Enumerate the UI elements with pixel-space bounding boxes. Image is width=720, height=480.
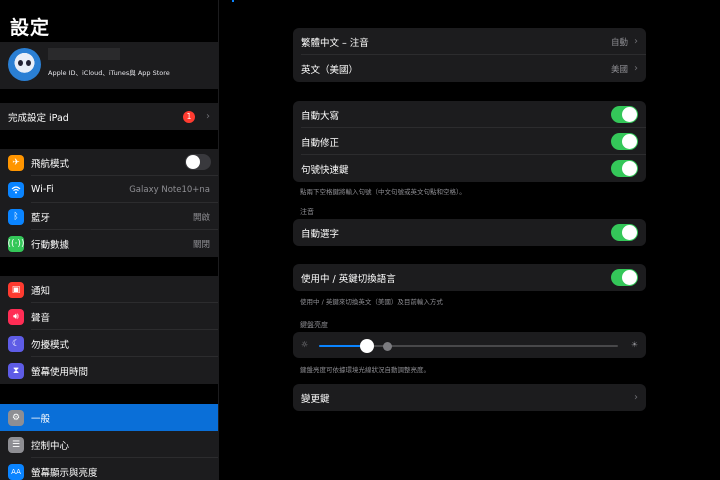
sidebar-item-label: Wi-Fi bbox=[31, 184, 54, 195]
auto-correction-label: 自動修正 bbox=[301, 137, 340, 149]
zhuyin-section-header: 注音 bbox=[300, 208, 314, 216]
finish-setup-row[interactable]: 完成設定 iPad 1 › bbox=[0, 103, 218, 130]
notifications-icon: ▣ bbox=[8, 281, 24, 298]
chevron-right-icon: › bbox=[634, 36, 638, 47]
wifi-icon bbox=[8, 181, 24, 198]
sidebar-item-general[interactable]: ⚙ 一般 bbox=[0, 404, 218, 431]
sidebar-item-wifi[interactable]: Wi-Fi Galaxy Note10+na bbox=[0, 176, 218, 203]
chevron-right-icon: › bbox=[634, 63, 638, 74]
auto-correction-row: 自動修正 bbox=[293, 128, 646, 155]
language-switch-card: 使用中 / 英鍵切換語言 bbox=[293, 264, 646, 291]
profile-subtitle: Apple ID、iCloud、iTunes與 App Store bbox=[48, 69, 170, 77]
back-indicator bbox=[232, 0, 234, 2]
languages-card: 繁體中文 – 注音 自動 › 英文（美國） 美國 › bbox=[293, 28, 646, 82]
period-footnote: 點兩下空格鍵將輸入句號（中文句號或英文句點和空格）。 bbox=[300, 188, 466, 196]
brightness-footnote: 鍵盤亮度可依據環境光線狀況自動調整亮度。 bbox=[300, 366, 430, 374]
auto-capitalization-row: 自動大寫 bbox=[293, 101, 646, 128]
connectivity-group: ✈ 飛航模式 Wi-Fi Galaxy Note10+na ᛒ 藍牙 開啟 ((… bbox=[0, 149, 218, 257]
sidebar-item-label: 勿擾模式 bbox=[31, 339, 70, 351]
wifi-network-value: Galaxy Note10+na bbox=[129, 184, 210, 195]
language-switch-label: 使用中 / 英鍵切換語言 bbox=[301, 273, 396, 285]
auto-select-row: 自動選字 bbox=[293, 219, 646, 246]
auto-select-label: 自動選字 bbox=[301, 228, 340, 240]
auto-capitalization-toggle[interactable] bbox=[611, 106, 638, 123]
bluetooth-value: 開啟 bbox=[192, 212, 210, 223]
sidebar-item-notifications[interactable]: ▣ 通知 bbox=[0, 276, 218, 303]
sidebar-item-label: 聲音 bbox=[31, 312, 51, 324]
switches-icon: ☰ bbox=[8, 436, 24, 453]
bright-sun-icon: ☀ bbox=[630, 340, 638, 349]
language-value: 自動 bbox=[610, 37, 628, 48]
chevron-right-icon: › bbox=[206, 111, 210, 122]
sidebar-item-control-center[interactable]: ☰ 控制中心 bbox=[0, 431, 218, 458]
auto-select-toggle[interactable] bbox=[611, 224, 638, 241]
modifier-card: 變更鍵 › bbox=[293, 384, 646, 411]
speaker-icon: 🔊︎ bbox=[8, 308, 24, 325]
sidebar-item-label: 飛航模式 bbox=[31, 158, 70, 170]
language-value: 美國 bbox=[610, 64, 628, 75]
gear-icon: ⚙ bbox=[8, 409, 24, 426]
zhuyin-card: 自動選字 bbox=[293, 219, 646, 246]
apple-id-profile[interactable]: Apple ID、iCloud、iTunes與 App Store bbox=[0, 42, 218, 89]
period-shortcut-row: 句號快速鍵 bbox=[293, 155, 646, 182]
auto-correction-toggle[interactable] bbox=[611, 133, 638, 150]
language-label: 英文（美國） bbox=[301, 64, 359, 76]
language-switch-footnote: 使用中 / 英鍵來切換英文（美國）及目前輸入方式 bbox=[300, 298, 443, 306]
sidebar: 設定 Apple ID、iCloud、iTunes與 App Store 完成設… bbox=[0, 0, 219, 480]
sidebar-item-label: 通知 bbox=[31, 285, 51, 297]
modifier-keys-label: 變更鍵 bbox=[301, 393, 330, 405]
avatar bbox=[8, 48, 41, 81]
period-shortcut-toggle[interactable] bbox=[611, 160, 638, 177]
sidebar-item-display-brightness[interactable]: AA 螢幕顯示與亮度 bbox=[0, 458, 218, 480]
typing-toggles-card: 自動大寫 自動修正 句號快速鍵 bbox=[293, 101, 646, 182]
auto-capitalization-label: 自動大寫 bbox=[301, 110, 340, 122]
language-row-english[interactable]: 英文（美國） 美國 › bbox=[293, 55, 646, 82]
moon-icon: ☾ bbox=[8, 335, 24, 352]
cellular-value: 關閉 bbox=[192, 239, 210, 250]
antenna-icon: ((·)) bbox=[8, 235, 24, 252]
language-row-zhuyin[interactable]: 繁體中文 – 注音 自動 › bbox=[293, 28, 646, 55]
sidebar-item-label: 藍牙 bbox=[31, 212, 51, 224]
airplane-icon: ✈ bbox=[8, 154, 24, 171]
page-title: 設定 bbox=[10, 17, 51, 39]
brightness-slider-thumb[interactable] bbox=[359, 339, 374, 353]
badge: 1 bbox=[183, 110, 195, 123]
chevron-right-icon: › bbox=[634, 392, 638, 403]
profile-name-redacted bbox=[48, 48, 120, 60]
hourglass-icon: ⧗ bbox=[8, 362, 24, 379]
general-group: ⚙ 一般 ☰ 控制中心 AA 螢幕顯示與亮度 bbox=[0, 404, 218, 480]
auto-brightness-marker bbox=[383, 342, 392, 351]
sidebar-item-label: 一般 bbox=[31, 413, 51, 425]
sidebar-item-screen-time[interactable]: ⧗ 螢幕使用時間 bbox=[0, 357, 218, 384]
sidebar-item-do-not-disturb[interactable]: ☾ 勿擾模式 bbox=[0, 330, 218, 357]
text-size-icon: AA bbox=[8, 463, 24, 480]
period-shortcut-label: 句號快速鍵 bbox=[301, 164, 349, 176]
sidebar-item-label: 控制中心 bbox=[31, 440, 70, 452]
brightness-card: ☼ ☀ bbox=[293, 332, 646, 358]
sidebar-item-cellular[interactable]: ((·)) 行動數據 關閉 bbox=[0, 230, 218, 257]
finish-setup-group: 完成設定 iPad 1 › bbox=[0, 103, 218, 130]
language-label: 繁體中文 – 注音 bbox=[301, 37, 369, 49]
brightness-section-header: 鍵盤亮度 bbox=[300, 321, 328, 329]
sidebar-item-sounds[interactable]: 🔊︎ 聲音 bbox=[0, 303, 218, 330]
finish-setup-label: 完成設定 iPad bbox=[8, 112, 69, 124]
modifier-keys-row[interactable]: 變更鍵 › bbox=[293, 384, 646, 411]
sidebar-item-label: 螢幕顯示與亮度 bbox=[31, 467, 98, 479]
language-switch-row: 使用中 / 英鍵切換語言 bbox=[293, 264, 646, 291]
airplane-mode-toggle[interactable] bbox=[185, 154, 211, 170]
bluetooth-icon: ᛒ bbox=[8, 208, 24, 225]
notifications-group: ▣ 通知 🔊︎ 聲音 ☾ 勿擾模式 ⧗ 螢幕使用時間 bbox=[0, 276, 218, 384]
dim-sun-icon: ☼ bbox=[301, 340, 309, 349]
keyboard-settings-panel: 繁體中文 – 注音 自動 › 英文（美國） 美國 › 自動大寫 自動修正 句號快… bbox=[220, 0, 720, 480]
sidebar-item-bluetooth[interactable]: ᛒ 藍牙 開啟 bbox=[0, 203, 218, 230]
sidebar-item-label: 行動數據 bbox=[31, 239, 70, 251]
language-switch-toggle[interactable] bbox=[611, 269, 638, 286]
sidebar-item-label: 螢幕使用時間 bbox=[31, 366, 89, 378]
sidebar-item-airplane[interactable]: ✈ 飛航模式 bbox=[0, 149, 218, 176]
